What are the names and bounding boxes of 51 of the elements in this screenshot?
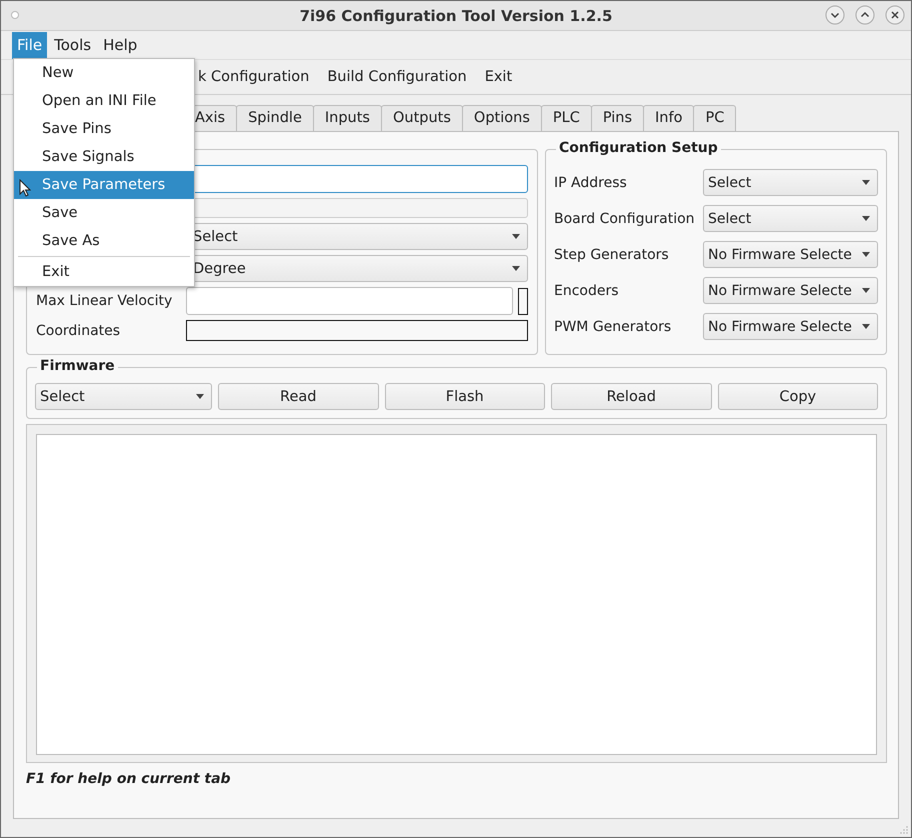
- menu-item[interactable]: Save Parameters: [14, 171, 194, 199]
- mouse-pointer-icon: [19, 179, 31, 197]
- menu-item[interactable]: New: [14, 59, 194, 87]
- dropdown-arrow-icon: [862, 216, 870, 221]
- tab[interactable]: Options: [462, 105, 542, 131]
- dropdown[interactable]: No Firmware Selecte: [703, 313, 878, 340]
- group-title: Configuration Setup: [556, 140, 721, 156]
- window-title: 7i96 Configuration Tool Version 1.2.5: [300, 6, 612, 24]
- field-label: Step Generators: [554, 246, 670, 264]
- menu-item[interactable]: Tools: [49, 32, 96, 58]
- menu-item[interactable]: Help: [98, 32, 142, 58]
- dropdown[interactable]: Select: [35, 383, 212, 410]
- dropdown-arrow-icon: [862, 252, 870, 257]
- button[interactable]: Read: [218, 383, 378, 410]
- minimize-button[interactable]: [825, 5, 845, 25]
- toolbar-button[interactable]: Build Configuration: [318, 69, 476, 85]
- tab[interactable]: Outputs: [380, 105, 463, 131]
- field-label: Encoders: [554, 282, 620, 300]
- dropdown-arrow-icon: [862, 324, 870, 329]
- button[interactable]: Copy: [718, 383, 878, 410]
- tab[interactable]: PC: [693, 105, 736, 131]
- dropdown[interactable]: No Firmware Selecte: [703, 241, 878, 268]
- dropdown-arrow-icon: [862, 180, 870, 185]
- tab[interactable]: Spindle: [236, 105, 314, 131]
- tab[interactable]: Pins: [590, 105, 644, 131]
- maximize-button[interactable]: [855, 5, 875, 25]
- tab[interactable]: PLC: [540, 105, 592, 131]
- dropdown[interactable]: Select: [703, 205, 878, 232]
- dropdown-arrow-icon: [512, 266, 520, 271]
- field-label: PWM Generators: [554, 318, 672, 336]
- button[interactable]: Reload: [551, 383, 712, 410]
- field-label: Coordinates: [36, 322, 122, 340]
- tab[interactable]: Info: [643, 105, 694, 131]
- dropdown-arrow-icon: [512, 234, 520, 239]
- input-field[interactable]: [186, 287, 513, 315]
- toolbar-button[interactable]: Exit: [476, 69, 522, 85]
- dropdown[interactable]: No Firmware Selecte: [703, 277, 878, 304]
- menu-item[interactable]: File: [12, 32, 48, 58]
- help-text: F1 for help on current tab: [26, 771, 232, 787]
- field-label: IP Address: [554, 174, 628, 192]
- dropdown[interactable]: Select: [703, 169, 878, 196]
- button[interactable]: Flash: [384, 383, 545, 410]
- close-button[interactable]: [885, 5, 905, 25]
- dropdown-arrow-icon: [196, 394, 204, 399]
- dropdown-arrow-icon: [862, 288, 870, 293]
- resize-grip-icon[interactable]: [900, 826, 908, 834]
- menu-item[interactable]: Save Signals: [14, 143, 194, 171]
- window-menu-icon[interactable]: [11, 11, 19, 19]
- tab[interactable]: Inputs: [312, 105, 382, 131]
- field-label: Board Configuration: [554, 210, 696, 228]
- field-label: Max Linear Velocity: [36, 292, 174, 311]
